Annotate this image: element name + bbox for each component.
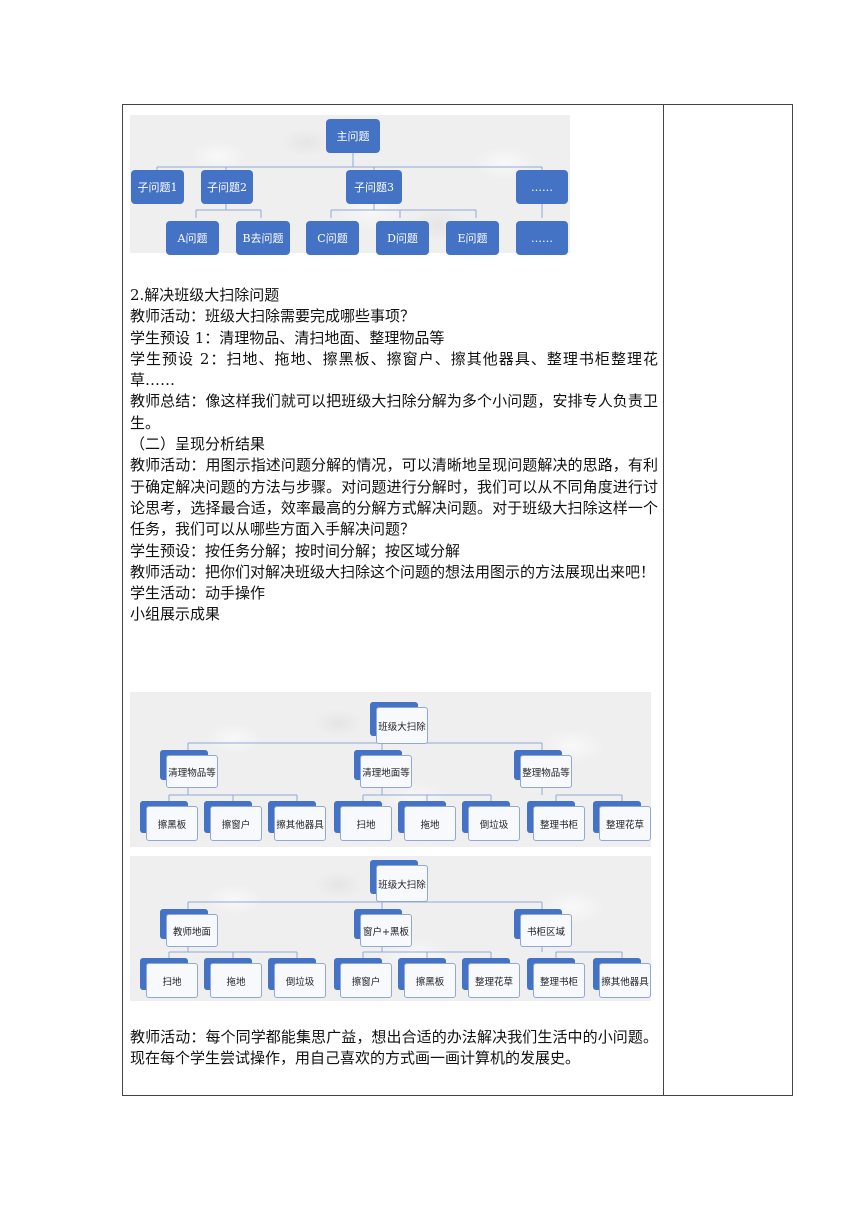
diagram-node: A问题 [166,221,219,255]
diagram-node: …… [516,170,568,204]
diagram-leaf-box: 擦黑板 [398,958,456,998]
box-label: 窗户+黑板 [360,914,412,947]
box-label: 整理花草 [468,963,520,998]
box-label: 倒垃圾 [468,806,520,841]
student-preset: 学生预设：按任务分解；按时间分解；按区域分解 [130,541,461,560]
diagram-leaf-box: 擦窗户 [334,958,392,998]
box-label: 擦黑板 [404,963,456,998]
diagram-leaf-box: 整理花草 [593,801,651,841]
student-preset: 学生预设 2：扫地、拖地、擦黑板、擦窗户、擦其他器具、整理书柜整理花草…… [130,349,658,390]
teacher-activity: 教师活动：每个同学都能集思广益，想出合适的办法解决我们生活中的小问题。现在每个学… [130,1028,658,1068]
diagram-group-box: 书柜区域 [514,909,572,947]
diagram-group-box: 教师地面 [160,909,218,947]
diagram-leaf-box: 扫地 [140,958,198,998]
diagram-node: 子问题3 [346,170,402,204]
teacher-activity: 教师活动：把你们对解决班级大扫除这个问题的想法用图示的方法展现出来吧！ [130,562,656,581]
box-label: 拖地 [210,963,262,998]
diagram-group-box: 窗户+黑板 [354,909,412,947]
box-label: 擦其他器具 [599,963,651,998]
teacher-activity: 教师活动：班级大扫除需要完成哪些事项？ [130,307,416,326]
diagram-node: E问题 [446,221,499,255]
box-label: 拖地 [404,806,456,841]
box-label: 清理物品等 [166,755,218,788]
box-label: 教师地面 [166,914,218,947]
box-label: 擦窗户 [210,806,262,841]
box-label: 整理物品等 [520,755,572,788]
notes-cell [664,105,792,1095]
cleaning-area-diagram: 班级大扫除教师地面扫地 拖地 倒垃圾 窗户+黑板擦窗户 擦黑板 整理花草 书柜区域整理书柜擦… [130,856,651,1001]
teacher-summary: 教师总结：像这样我们就可以把班级大扫除分解为多个小问题，安排专人负责卫生。 [130,392,658,432]
group-display: 小组展示成果 [130,605,221,624]
diagram-leaf-box: 擦窗户 [204,801,262,841]
diagram-node: 子问题2 [201,170,253,204]
diagram-leaf-box: 倒垃圾 [462,801,520,841]
box-label: 书柜区域 [520,914,572,947]
section-heading: 2.解决班级大扫除问题 [130,286,280,304]
diagram-root-box: 主问题 [326,119,380,153]
box-label: 清理地面等 [360,755,412,788]
diagram-leaf-box: 倒垃圾 [268,958,326,998]
closing-text: 教师活动：每个同学都能集思广益，想出合适的办法解决我们生活中的小问题。现在每个学… [130,1027,658,1070]
diagram-group-box: 清理物品等 [160,750,218,788]
diagram-group-box: 清理地面等 [354,750,412,788]
content-cell: 主问题 子问题1 子问题2 子问题3 …… A问题 B去问题 C问题 D问题 E… [123,105,663,1095]
diagram-node: C问题 [306,221,359,255]
box-label: 班级大扫除 [376,707,428,744]
box-label: 整理花草 [599,806,651,841]
diagram-leaf-box: 整理花草 [462,958,520,998]
diagram-group-box: 整理物品等 [514,750,572,788]
box-label: 扫地 [146,963,198,998]
box-label: 整理书柜 [533,806,585,841]
lesson-text: 2.解决班级大扫除问题 教师活动：班级大扫除需要完成哪些事项？ 学生预设 1：清… [130,285,658,626]
diagram-root-box: 班级大扫除 [370,702,428,744]
box-label: 擦窗户 [340,963,392,998]
diagram-leaf-box: 扫地 [334,801,392,841]
box-label: 整理书柜 [533,963,585,998]
problem-decomposition-diagram: 主问题 子问题1 子问题2 子问题3 …… A问题 B去问题 C问题 D问题 E… [130,115,570,255]
student-activity: 学生活动：动手操作 [130,584,266,603]
cleaning-task-diagram: 班级大扫除 清理物品等 擦黑板 擦窗户 擦其他器具 清理地面等 扫地 拖地 倒垃圾 整理物品等 整理… [130,692,651,847]
diagram-leaf-box: 拖地 [204,958,262,998]
diagram-node: D问题 [376,221,429,255]
diagram-leaf-box: 擦黑板 [140,801,198,841]
box-label: 扫地 [340,806,392,841]
diagram-leaf-box: 擦其他器具 [593,958,651,998]
diagram-node: …… [516,221,568,255]
diagram-root-box: 班级大扫除 [370,860,428,902]
lesson-table: 主问题 子问题1 子问题2 子问题3 …… A问题 B去问题 C问题 D问题 E… [122,104,793,1096]
diagram-leaf-box: 拖地 [398,801,456,841]
box-label: 班级大扫除 [376,865,428,902]
box-label: 倒垃圾 [274,963,326,998]
box-label: 擦黑板 [146,806,198,841]
section-heading: （二）呈现分析结果 [130,435,266,454]
diagram-leaf-box: 擦其他器具 [268,801,326,841]
diagram-leaf-box: 整理书柜 [527,801,585,841]
box-label: 擦其他器具 [274,806,326,841]
diagram-node: B去问题 [236,221,290,255]
diagram-leaf-box: 整理书柜 [527,958,585,998]
teacher-activity: 教师活动：用图示指述问题分解的情况，可以清晰地呈现问题解决的思路，有利于确定解决… [130,456,658,539]
diagram-node: 子问题1 [131,170,184,204]
student-preset: 学生预设 1：清理物品、清扫地面、整理物品等 [130,328,445,347]
